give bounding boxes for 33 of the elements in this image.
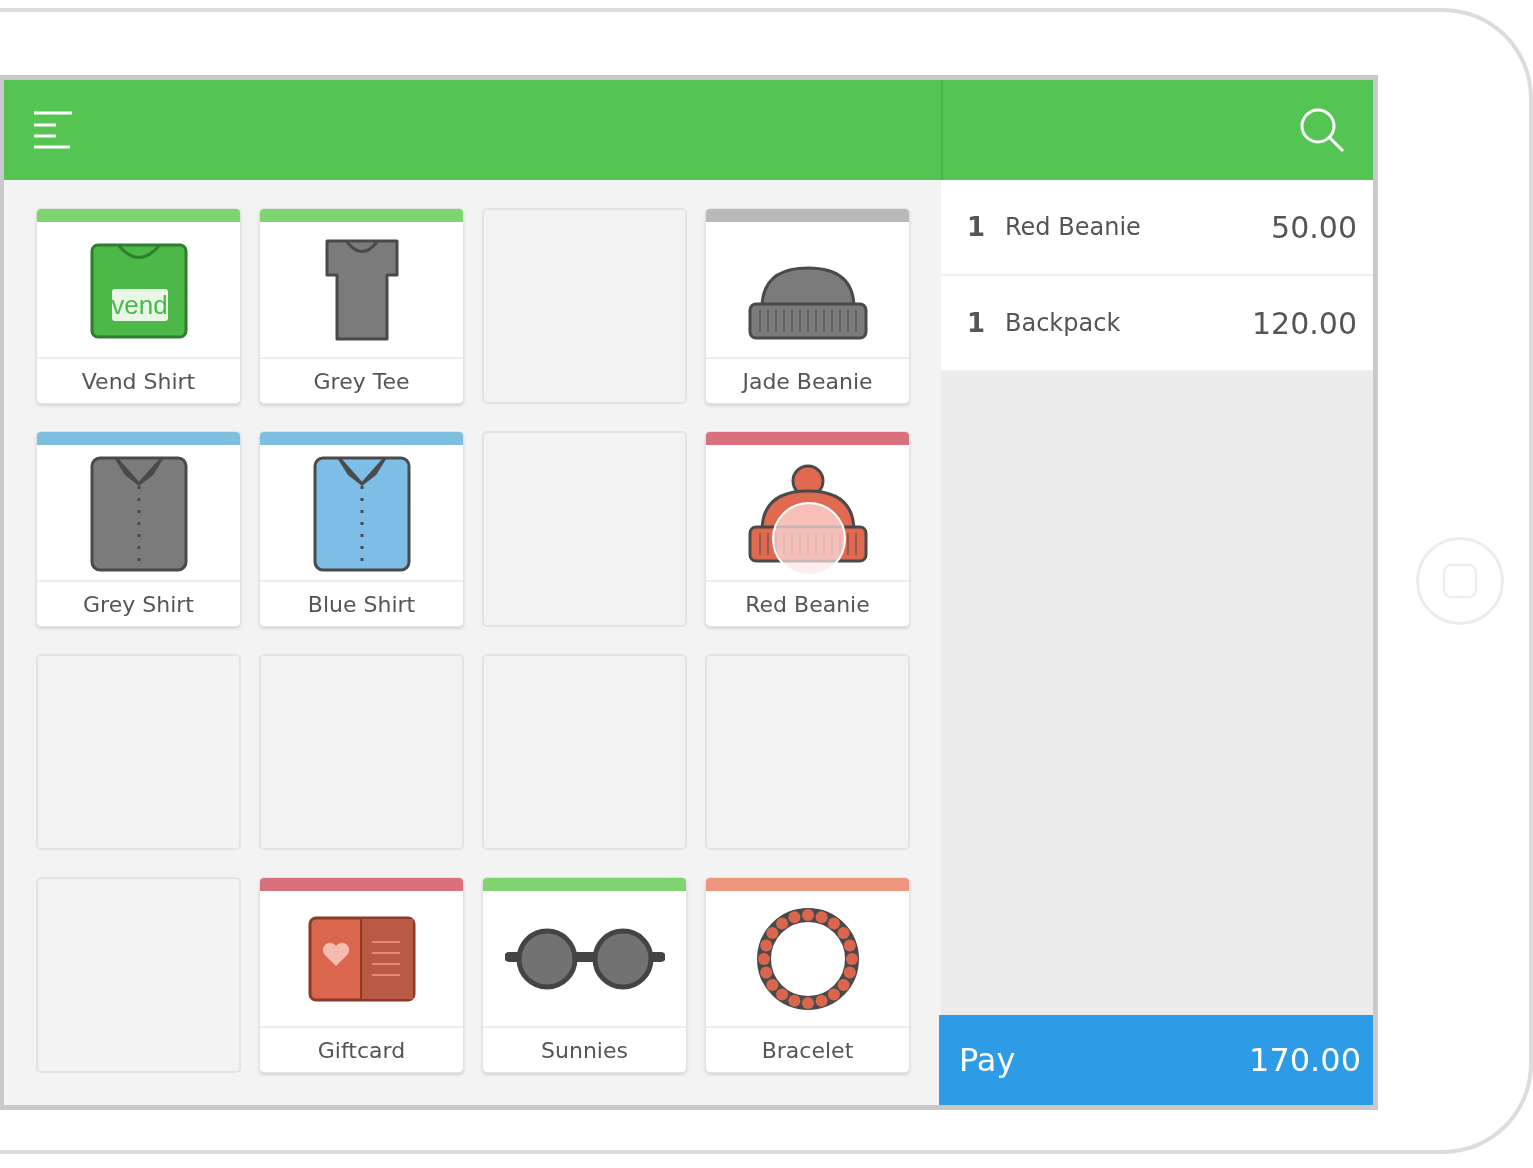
product-name: Grey Tee (260, 357, 463, 403)
item-price: 120.00 (1252, 305, 1357, 341)
product-name: Bracelet (706, 1026, 909, 1072)
product-name: Blue Shirt (260, 580, 463, 626)
product-name: Jade Beanie (706, 357, 909, 403)
search-icon[interactable] (1299, 107, 1345, 153)
product-tile[interactable]: Giftcard (259, 877, 464, 1073)
product-tile[interactable]: vend Vend Shirt (36, 208, 241, 404)
quantity: 1 (967, 308, 987, 338)
product-name: Giftcard (260, 1026, 463, 1072)
item-name: Backpack (1005, 309, 1122, 337)
product-tile[interactable]: Red Beanie (705, 431, 910, 627)
product-tile[interactable]: Grey Shirt (36, 431, 241, 627)
product-name: Red Beanie (706, 580, 909, 626)
product-tile[interactable]: Sunnies (482, 877, 687, 1073)
pay-total: 170.00 (1249, 1041, 1361, 1079)
pay-label: Pay (959, 1041, 1016, 1079)
logo-text: vend (111, 288, 168, 321)
bracelet-icon (755, 906, 860, 1011)
item-price: 50.00 (1271, 209, 1357, 245)
sunglasses-icon (504, 926, 665, 991)
product-name: Vend Shirt (37, 357, 240, 403)
menu-icon[interactable] (32, 111, 72, 149)
item-name: Red Beanie (1005, 213, 1142, 241)
product-tile[interactable]: Jade Beanie (705, 208, 910, 404)
product-tile[interactable]: Bracelet (705, 877, 910, 1073)
quantity: 1 (967, 212, 987, 242)
product-name: Sunnies (483, 1026, 686, 1072)
cart-row[interactable]: 1 Red Beanie 50.00 (941, 180, 1373, 276)
product-name: Grey Shirt (37, 580, 240, 626)
product-tile[interactable]: Grey Tee (259, 208, 464, 404)
product-tile[interactable]: Blue Shirt (259, 431, 464, 627)
cart-row[interactable]: 1 Backpack 120.00 (941, 276, 1373, 372)
